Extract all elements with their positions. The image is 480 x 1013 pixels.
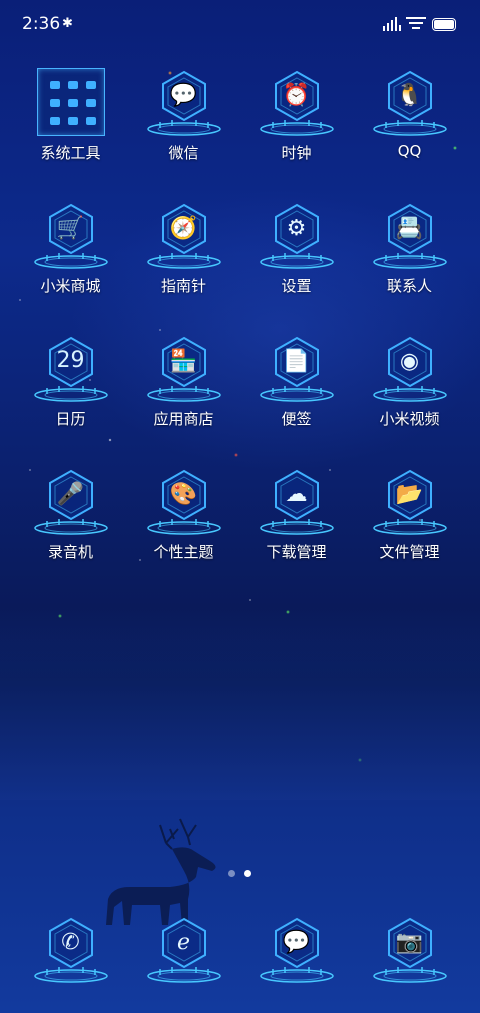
glow-ring xyxy=(372,967,447,983)
app-label: 日历 xyxy=(55,410,86,428)
folder-mini-icon xyxy=(85,81,96,89)
glow-ring xyxy=(146,386,221,402)
cloud-download-icon: ☁ xyxy=(285,482,308,507)
shopping-cart-icon: 🛒 xyxy=(56,216,85,241)
app-label: 微信 xyxy=(168,144,199,162)
app-label: QQ xyxy=(397,142,422,160)
app-label: 下载管理 xyxy=(266,543,327,561)
dock-message[interactable]: 💬 xyxy=(240,915,353,987)
folder-mini-icon xyxy=(49,117,60,125)
glow-ring xyxy=(259,386,334,402)
glow-ring xyxy=(33,386,108,402)
app-cloud-download[interactable]: ☁ 下载管理 xyxy=(240,467,353,562)
glow-ring xyxy=(146,519,221,535)
app-folder-open[interactable]: 📂 文件管理 xyxy=(353,467,466,562)
glow-ring xyxy=(33,253,108,269)
dock-browser[interactable]: ℯ xyxy=(127,915,240,987)
alarm-clock-icon: ⏰ xyxy=(282,83,311,108)
app-note[interactable]: 📄 便签 xyxy=(240,334,353,429)
folder-mini-icon xyxy=(67,117,78,125)
page-dot-2[interactable] xyxy=(244,870,251,877)
bluetooth-icon: ✱ xyxy=(62,16,73,31)
battery-icon xyxy=(432,18,456,31)
microphone-icon: 🎤 xyxy=(56,482,85,507)
video-reel-icon: ◉ xyxy=(399,349,420,374)
page-dot-1[interactable] xyxy=(228,870,235,877)
app-label: 个性主题 xyxy=(153,543,214,561)
folder-mini-icon xyxy=(49,81,60,89)
app-folder[interactable]: 系统工具 xyxy=(14,68,127,163)
folder-open-icon: 📂 xyxy=(395,482,424,507)
app-label: 便签 xyxy=(281,410,312,428)
glow-ring xyxy=(372,519,447,535)
glow-ring xyxy=(33,519,108,535)
app-video-reel[interactable]: ◉ 小米视频 xyxy=(353,334,466,429)
app-label: 小米视频 xyxy=(379,410,440,428)
app-label: 文件管理 xyxy=(379,543,440,561)
glow-ring xyxy=(146,967,221,983)
browser-icon: ℯ xyxy=(176,930,191,955)
phone-icon: ✆ xyxy=(61,930,80,955)
store-icon: 🏪 xyxy=(169,349,198,374)
status-bar: 2:36 ✱ xyxy=(0,0,480,52)
app-shopping-cart[interactable]: 🛒 小米商城 xyxy=(14,201,127,296)
dock-camera[interactable]: 📷 xyxy=(353,915,466,987)
folder-mini-icon xyxy=(85,99,96,107)
app-label: 系统工具 xyxy=(40,144,101,162)
app-store[interactable]: 🏪 应用商店 xyxy=(127,334,240,429)
glow-ring xyxy=(372,253,447,269)
glow-ring xyxy=(372,120,447,136)
app-label: 小米商城 xyxy=(40,277,101,295)
signal-icon xyxy=(383,17,401,31)
glow-ring xyxy=(146,120,221,136)
folder-mini-icon xyxy=(67,81,78,89)
dock: ✆ ℯ 💬 📷 xyxy=(14,915,466,987)
app-label: 联系人 xyxy=(386,277,432,295)
wallpaper-grass xyxy=(0,600,480,800)
app-label: 设置 xyxy=(281,277,312,295)
folder-icon xyxy=(36,68,105,136)
message-icon: 💬 xyxy=(282,930,311,955)
note-icon: 📄 xyxy=(282,349,311,374)
gear-icon: ⚙ xyxy=(286,216,307,241)
app-microphone[interactable]: 🎤 录音机 xyxy=(14,467,127,562)
page-indicator xyxy=(226,870,256,880)
app-contact-book[interactable]: 📇 联系人 xyxy=(353,201,466,296)
app-label: 指南针 xyxy=(160,277,206,295)
glow-ring xyxy=(259,253,334,269)
wechat-icon: 💬 xyxy=(169,83,198,108)
palette-icon: 🎨 xyxy=(169,482,198,507)
glow-ring xyxy=(372,386,447,402)
status-time: 2:36 xyxy=(22,14,61,34)
app-wechat[interactable]: 💬 微信 xyxy=(127,68,240,163)
qq-penguin-icon: 🐧 xyxy=(395,83,424,108)
glow-ring xyxy=(259,120,334,136)
app-alarm-clock[interactable]: ⏰ 时钟 xyxy=(240,68,353,163)
app-label: 应用商店 xyxy=(153,410,214,428)
compass-icon: 🧭 xyxy=(169,216,198,241)
app-label: 录音机 xyxy=(47,543,93,561)
glow-ring xyxy=(33,967,108,983)
calendar-date: 29 xyxy=(56,348,85,373)
wifi-icon xyxy=(406,17,426,29)
glow-ring xyxy=(259,967,334,983)
folder-mini-icon xyxy=(67,99,78,107)
app-label: 时钟 xyxy=(281,144,312,162)
app-gear[interactable]: ⚙ 设置 xyxy=(240,201,353,296)
app-calendar[interactable]: 29 日历 xyxy=(14,334,127,429)
camera-icon: 📷 xyxy=(395,930,424,955)
folder-mini-icon xyxy=(85,117,96,125)
app-palette[interactable]: 🎨 个性主题 xyxy=(127,467,240,562)
app-qq-penguin[interactable]: 🐧 QQ xyxy=(353,68,466,160)
app-compass[interactable]: 🧭 指南针 xyxy=(127,201,240,296)
glow-ring xyxy=(146,253,221,269)
folder-mini-icon xyxy=(49,99,60,107)
glow-ring xyxy=(259,519,334,535)
contact-book-icon: 📇 xyxy=(395,216,424,241)
dock-phone[interactable]: ✆ xyxy=(14,915,127,987)
